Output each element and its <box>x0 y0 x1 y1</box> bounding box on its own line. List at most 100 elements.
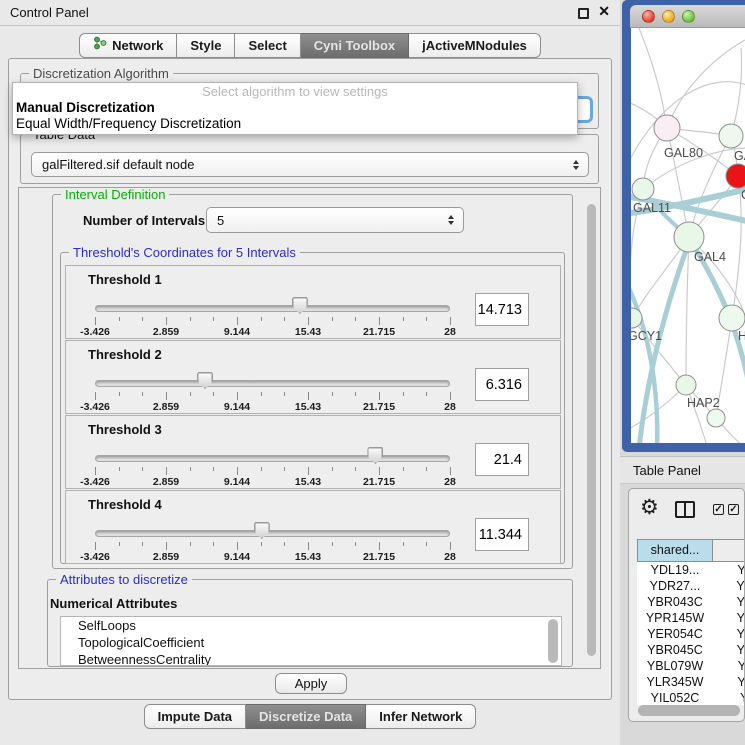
node-label: H <box>738 329 745 343</box>
tick-label: 21.715 <box>349 401 409 413</box>
apply-button[interactable]: Apply <box>275 673 347 694</box>
tick-mark <box>95 392 96 400</box>
table-cell: YBR0 <box>713 642 745 658</box>
tab-label: Cyni Toolbox <box>314 34 395 57</box>
bottom-tab-impute-data[interactable]: Impute Data <box>144 704 246 729</box>
tick-mark <box>379 467 380 475</box>
column-header-n[interactable]: n <box>713 539 745 562</box>
network-node-c[interactable] <box>726 164 745 188</box>
tick-label: -3.426 <box>65 551 125 563</box>
node-attribute-table: shared...n YDL19...YDL1YDR27...YDR2YBR04… <box>637 539 745 705</box>
bottom-tab-infer-network[interactable]: Infer Network <box>366 704 476 729</box>
table-row[interactable]: YDR27...YDR2 <box>637 578 745 594</box>
table-cell: YLR3 <box>713 674 745 690</box>
number-of-intervals-combo[interactable]: 5 <box>206 207 464 233</box>
column-header-shared[interactable]: shared... <box>637 539 713 562</box>
algorithm-option-equal-width-frequency-discretization[interactable]: Equal Width/Frequency Discretization <box>13 116 577 132</box>
threshold-value-field[interactable] <box>475 443 529 476</box>
slider-track[interactable] <box>95 530 450 537</box>
tick-mark <box>332 317 333 321</box>
table-data-combo[interactable]: galFiltered.sif default node <box>31 152 589 177</box>
tab-style[interactable]: Style <box>177 33 235 58</box>
table-row[interactable]: YBR045CYBR0 <box>637 642 745 658</box>
algorithm-popup-hint: Select algorithm to view settings <box>13 83 577 100</box>
table-hscrollbar[interactable] <box>638 705 740 716</box>
list-item-betweennesscentrality[interactable]: BetweennessCentrality <box>61 651 561 666</box>
spinner-arrows-icon <box>448 215 454 225</box>
table-cell: YBL079W <box>637 658 713 674</box>
close-icon[interactable]: ✕ <box>598 3 610 20</box>
attributes-group-title: Attributes to discretize <box>56 572 192 587</box>
tick-mark <box>379 317 380 325</box>
bottom-tab-label: Discretize Data <box>259 705 352 728</box>
zoom-traffic-light-icon[interactable] <box>682 10 695 23</box>
split-columns-icon[interactable] <box>675 501 695 518</box>
numerical-attributes-list[interactable]: SelfLoopsTopologicalCoefficientBetweenne… <box>60 616 562 666</box>
table-cell: YPR145W <box>637 610 713 626</box>
tick-mark <box>119 467 120 471</box>
table-cell: YLR345W <box>637 674 713 690</box>
tick-mark <box>308 542 309 550</box>
table-hscroll-thumb[interactable] <box>638 705 740 716</box>
slider-track[interactable] <box>95 380 450 387</box>
table-row[interactable]: YBL079WYBL0 <box>637 658 745 674</box>
list-scrollbar[interactable] <box>548 619 558 663</box>
tick-mark <box>450 392 451 400</box>
table-row[interactable]: YLR345WYLR3 <box>637 674 745 690</box>
network-window-titlebar[interactable] <box>630 5 745 28</box>
checkbox-icon[interactable]: ✓ <box>713 504 724 515</box>
tick-label: 2.859 <box>136 551 196 563</box>
network-node-ga[interactable] <box>719 124 743 148</box>
threshold-value-field[interactable] <box>475 368 529 401</box>
tick-mark <box>142 392 143 396</box>
tick-mark <box>284 317 285 321</box>
table-row[interactable]: YBR043CYBR0 <box>637 594 745 610</box>
float-window-icon[interactable] <box>578 8 589 19</box>
tab-select[interactable]: Select <box>235 33 300 58</box>
tab-label: Network <box>112 34 163 57</box>
gear-icon[interactable]: ⚙ <box>640 495 659 520</box>
list-item-selfloops[interactable]: SelfLoops <box>61 617 561 634</box>
tick-label: 9.144 <box>207 326 267 338</box>
table-row[interactable]: YER054CYER0 <box>637 626 745 642</box>
slider-track[interactable] <box>95 305 450 312</box>
table-cell: YPR1 <box>713 610 745 626</box>
node-label: GA <box>734 149 745 163</box>
threshold-label: Threshold 4 <box>88 497 162 512</box>
network-canvas[interactable]: GAL80GACGAL11GAL4GCY1HHAP2 <box>631 28 745 443</box>
close-traffic-light-icon[interactable] <box>642 10 655 23</box>
table-cell: YDL19... <box>637 562 713 578</box>
table-row[interactable]: YDL19...YDL1 <box>637 562 745 578</box>
minimize-traffic-light-icon[interactable] <box>662 10 675 23</box>
bottom-tab-discretize-data[interactable]: Discretize Data <box>246 704 366 729</box>
network-node-hap2[interactable] <box>676 375 696 395</box>
table-cell: YIL0 <box>713 690 745 705</box>
tab-cyni-toolbox[interactable]: Cyni Toolbox <box>301 33 409 58</box>
table-row[interactable]: YIL052CYIL0 <box>637 690 745 705</box>
numerical-attributes-label: Numerical Attributes <box>50 596 177 611</box>
tick-label: 21.715 <box>349 551 409 563</box>
algorithm-option-manual-discretization[interactable]: Manual Discretization <box>13 100 577 116</box>
table-cell: YDR2 <box>713 578 745 594</box>
number-of-intervals-value: 5 <box>217 213 224 228</box>
tick-label: 9.144 <box>207 551 267 563</box>
network-node[interactable] <box>707 409 725 427</box>
settings-scrollbar[interactable] <box>587 204 596 656</box>
checkbox-icon[interactable]: ✓ <box>728 504 739 515</box>
threshold-value-field[interactable] <box>475 518 529 551</box>
threshold-value-field[interactable] <box>475 293 529 326</box>
network-node-h[interactable] <box>719 305 745 331</box>
table-row[interactable]: YPR145WYPR1 <box>637 610 745 626</box>
network-node-gal4[interactable] <box>674 222 704 252</box>
list-item-topologicalcoefficient[interactable]: TopologicalCoefficient <box>61 634 561 651</box>
tick-label: 28 <box>420 551 480 563</box>
threshold-panel-3: Threshold 3-3.4262.8599.14415.4321.71528 <box>65 415 561 489</box>
network-node-gal80[interactable] <box>654 115 680 141</box>
bottom-tab-label: Impute Data <box>158 705 232 728</box>
network-node-gal11[interactable] <box>632 178 654 200</box>
tick-mark <box>213 392 214 396</box>
threshold-panel-4: Threshold 4-3.4262.8599.14415.4321.71528 <box>65 490 561 564</box>
tab-jactivemnodules[interactable]: jActiveMNodules <box>409 33 541 58</box>
tab-network[interactable]: Network <box>79 33 177 58</box>
slider-track[interactable] <box>95 455 450 462</box>
